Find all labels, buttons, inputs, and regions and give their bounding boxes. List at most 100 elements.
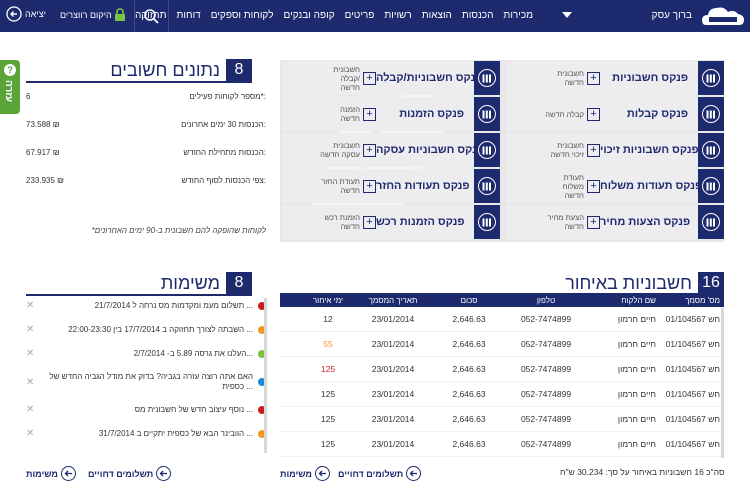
task-text: השבתה לצורך תחזוקה ב 17/7/2014 בין 22:00… — [68, 324, 253, 334]
column-header[interactable]: שם הלקוח — [586, 296, 662, 305]
exit-button[interactable]: יציאה — [6, 6, 46, 22]
table-cell-amount: 2,646.63 — [452, 314, 486, 324]
arrow-left-icon — [406, 466, 422, 481]
plus-icon[interactable]: + — [587, 179, 600, 193]
ledger-card[interactable]: פנקס תעודות החזר + תעודת החזר חדשה — [282, 169, 500, 203]
column-header[interactable]: ימי איחור — [302, 296, 354, 305]
new-document-label[interactable]: חשבונית /קבלה חדשה — [320, 65, 360, 92]
plus-icon[interactable]: + — [587, 107, 600, 121]
plus-icon[interactable]: + — [587, 143, 600, 157]
close-icon[interactable]: ✕ — [26, 377, 40, 388]
ledger-card[interactable]: פנקס חשבוניות זיכוי + חשבונית זיכוי חדשה — [506, 133, 724, 167]
new-document-label[interactable]: חשבונית זיכוי חדשה — [544, 141, 584, 159]
license-label[interactable]: היקום רווצרים — [60, 10, 112, 20]
ledger-card[interactable]: פנקס תעודות משלוח + תעודת משלוח חדשה — [506, 169, 724, 203]
chevron-down-icon[interactable] — [562, 12, 572, 18]
menu-item[interactable]: פריטים — [340, 10, 380, 21]
column-header[interactable]: סכום — [432, 296, 506, 305]
table-row[interactable]: 01/104567 חש חיים חרמון 052-7474899 2,646.6… — [280, 357, 724, 382]
task-item[interactable]: תשלום מעמ ומקדמות מס נרחה ל 21/7/2014 ..… — [26, 300, 266, 311]
tasks-link[interactable]: משימות — [26, 466, 76, 481]
kaspit-logo[interactable] — [700, 3, 746, 29]
task-item[interactable]: הוובינר הבא של כספית יתקיים ב 31/7/2014 … — [26, 428, 266, 439]
plus-icon[interactable]: + — [587, 71, 600, 85]
column-header[interactable]: טלפון — [506, 296, 586, 305]
table-cell-customer: חיים חרמון — [617, 414, 656, 424]
menu-item[interactable]: מכירות — [498, 10, 538, 21]
column-header[interactable]: תאריך המסמך — [354, 296, 432, 305]
close-icon[interactable]: ✕ — [26, 300, 40, 311]
ledger-card[interactable]: פנקס חשבוניות/קבלה + חשבונית /קבלה חדשה — [282, 61, 500, 95]
table-cell-doc: 01/104567 חש — [665, 414, 720, 424]
ledger-icon-block — [474, 169, 500, 203]
close-icon[interactable]: ✕ — [26, 404, 40, 415]
table-cell-phone: 052-7474899 — [520, 389, 572, 399]
table-row[interactable]: 01/104567 חש חיים חרמון 052-7474899 2,646.6… — [280, 382, 724, 407]
menu-item[interactable]: קופה ובנקים — [279, 10, 340, 21]
table-row[interactable]: 01/104567 חש חיים חרמון 052-7474899 2,646.6… — [280, 332, 724, 357]
ledger-icon-block — [474, 61, 500, 95]
ledger-icon-block — [698, 61, 724, 95]
table-cell-customer: חיים חרמון — [617, 314, 656, 324]
link-label: תשלומים דחויים — [338, 468, 404, 479]
table-cell-customer: חיים חרמון — [617, 389, 656, 399]
plus-icon[interactable]: + — [363, 71, 376, 85]
task-item[interactable]: האם אתה רוצה עזרה בגביה? בדוק את מודל הג… — [26, 372, 266, 392]
new-document-label[interactable]: קבלה חדשה — [544, 110, 584, 119]
table-cell-amount: 2,646.63 — [452, 364, 486, 374]
lock-icon — [115, 8, 125, 21]
plus-icon[interactable]: + — [363, 107, 376, 121]
divider — [134, 0, 135, 32]
plus-icon[interactable]: + — [363, 215, 376, 229]
close-icon[interactable]: ✕ — [26, 324, 40, 335]
menu-item[interactable]: הוצאות — [417, 10, 457, 21]
task-item[interactable]: העלנו את גרסה 5.89 ב- 2/7/2014... ✕ — [26, 348, 266, 359]
key-figures-note: *לקוחות שהופקה להם חשבונית ב-90 ימים האח… — [91, 226, 266, 235]
plus-icon[interactable]: + — [363, 143, 376, 157]
table-header: מס' מסמך שם הלקוח טלפון סכום תאריך המסמך ימי … — [280, 293, 724, 307]
close-icon[interactable]: ✕ — [26, 428, 40, 439]
business-name[interactable]: ברוך עסק — [652, 10, 692, 21]
close-icon[interactable]: ✕ — [26, 348, 40, 359]
table-scrollbar[interactable] — [721, 308, 724, 458]
menu-item[interactable]: הכנסות — [457, 10, 499, 21]
new-document-label[interactable]: הזמנה חדשה — [320, 105, 360, 123]
table-cell-date: 23/01/2014 — [371, 389, 415, 399]
invoices-tasks-link[interactable]: משימות — [280, 466, 330, 481]
books-icon — [702, 141, 720, 159]
new-document-label[interactable]: הצעת מחיר חדשה — [544, 213, 584, 231]
ledger-card[interactable]: פנקס חשבוניות + חשבונית חדשה — [506, 61, 724, 95]
new-document-label[interactable]: תעודת משלוח חדשה — [544, 173, 584, 200]
table-cell-amount: 2,646.63 — [452, 339, 486, 349]
books-icon — [478, 141, 496, 159]
menu-item[interactable]: לקוחות וספקים — [206, 10, 279, 21]
table-row[interactable]: 01/104567 חש חיים חרמון 052-7474899 2,646.6… — [280, 407, 724, 432]
new-document-label[interactable]: הזמנת רכש חדשה — [320, 213, 360, 231]
plus-icon[interactable]: + — [587, 215, 600, 229]
books-icon — [478, 213, 496, 231]
key-figure-row: מספר לקוחות פעילים*: 6 — [26, 86, 266, 106]
tasks-deferred-payments-link[interactable]: תשלומים דחויים — [88, 466, 172, 481]
ledger-card[interactable]: פנקס הצעות מחיר + הצעת מחיר חדשה — [506, 205, 724, 239]
column-header[interactable]: מס' מסמך — [662, 296, 724, 305]
ledger-card[interactable]: פנקס קבלות + קבלה חדשה — [506, 97, 724, 131]
help-tab[interactable]: ? עזרה — [0, 60, 20, 114]
ledger-card[interactable]: פנקס הזמנות רכש + הזמנת רכש חדשה — [282, 205, 500, 239]
plus-icon[interactable]: + — [363, 179, 376, 193]
ledger-card[interactable]: פנקס חשבוניות עסקה + חשבונית עסקה חדשה — [282, 133, 500, 167]
tasks-scrollbar[interactable] — [264, 298, 267, 453]
menu-item[interactable]: רשויות — [379, 10, 416, 21]
task-item[interactable]: נוסף עיצוב חדש של חשבונית מס ... ✕ — [26, 404, 266, 415]
new-document-label[interactable]: תעודת החזר חדשה — [320, 177, 360, 195]
new-document-label[interactable]: חשבונית חדשה — [544, 69, 584, 87]
invoices-deferred-payments-link[interactable]: תשלומים דחויים — [338, 466, 422, 481]
task-item[interactable]: השבתה לצורך תחזוקה ב 17/7/2014 בין 22:00… — [26, 324, 266, 335]
menu-item[interactable]: דוחות — [172, 10, 206, 21]
key-figures-count: 8 — [226, 59, 252, 81]
ledger-card[interactable]: פנקס הזמנות + הזמנה חדשה — [282, 97, 500, 131]
new-document-label[interactable]: חשבונית עסקה חדשה — [320, 141, 360, 159]
table-row[interactable]: 01/104567 חש חיים חרמון 052-7474899 2,646.6… — [280, 307, 724, 332]
search-icon[interactable] — [142, 7, 160, 25]
table-cell-date: 23/01/2014 — [371, 314, 415, 324]
table-row[interactable]: 01/104567 חש חיים חרמון 052-7474899 2,646.6… — [280, 432, 724, 457]
